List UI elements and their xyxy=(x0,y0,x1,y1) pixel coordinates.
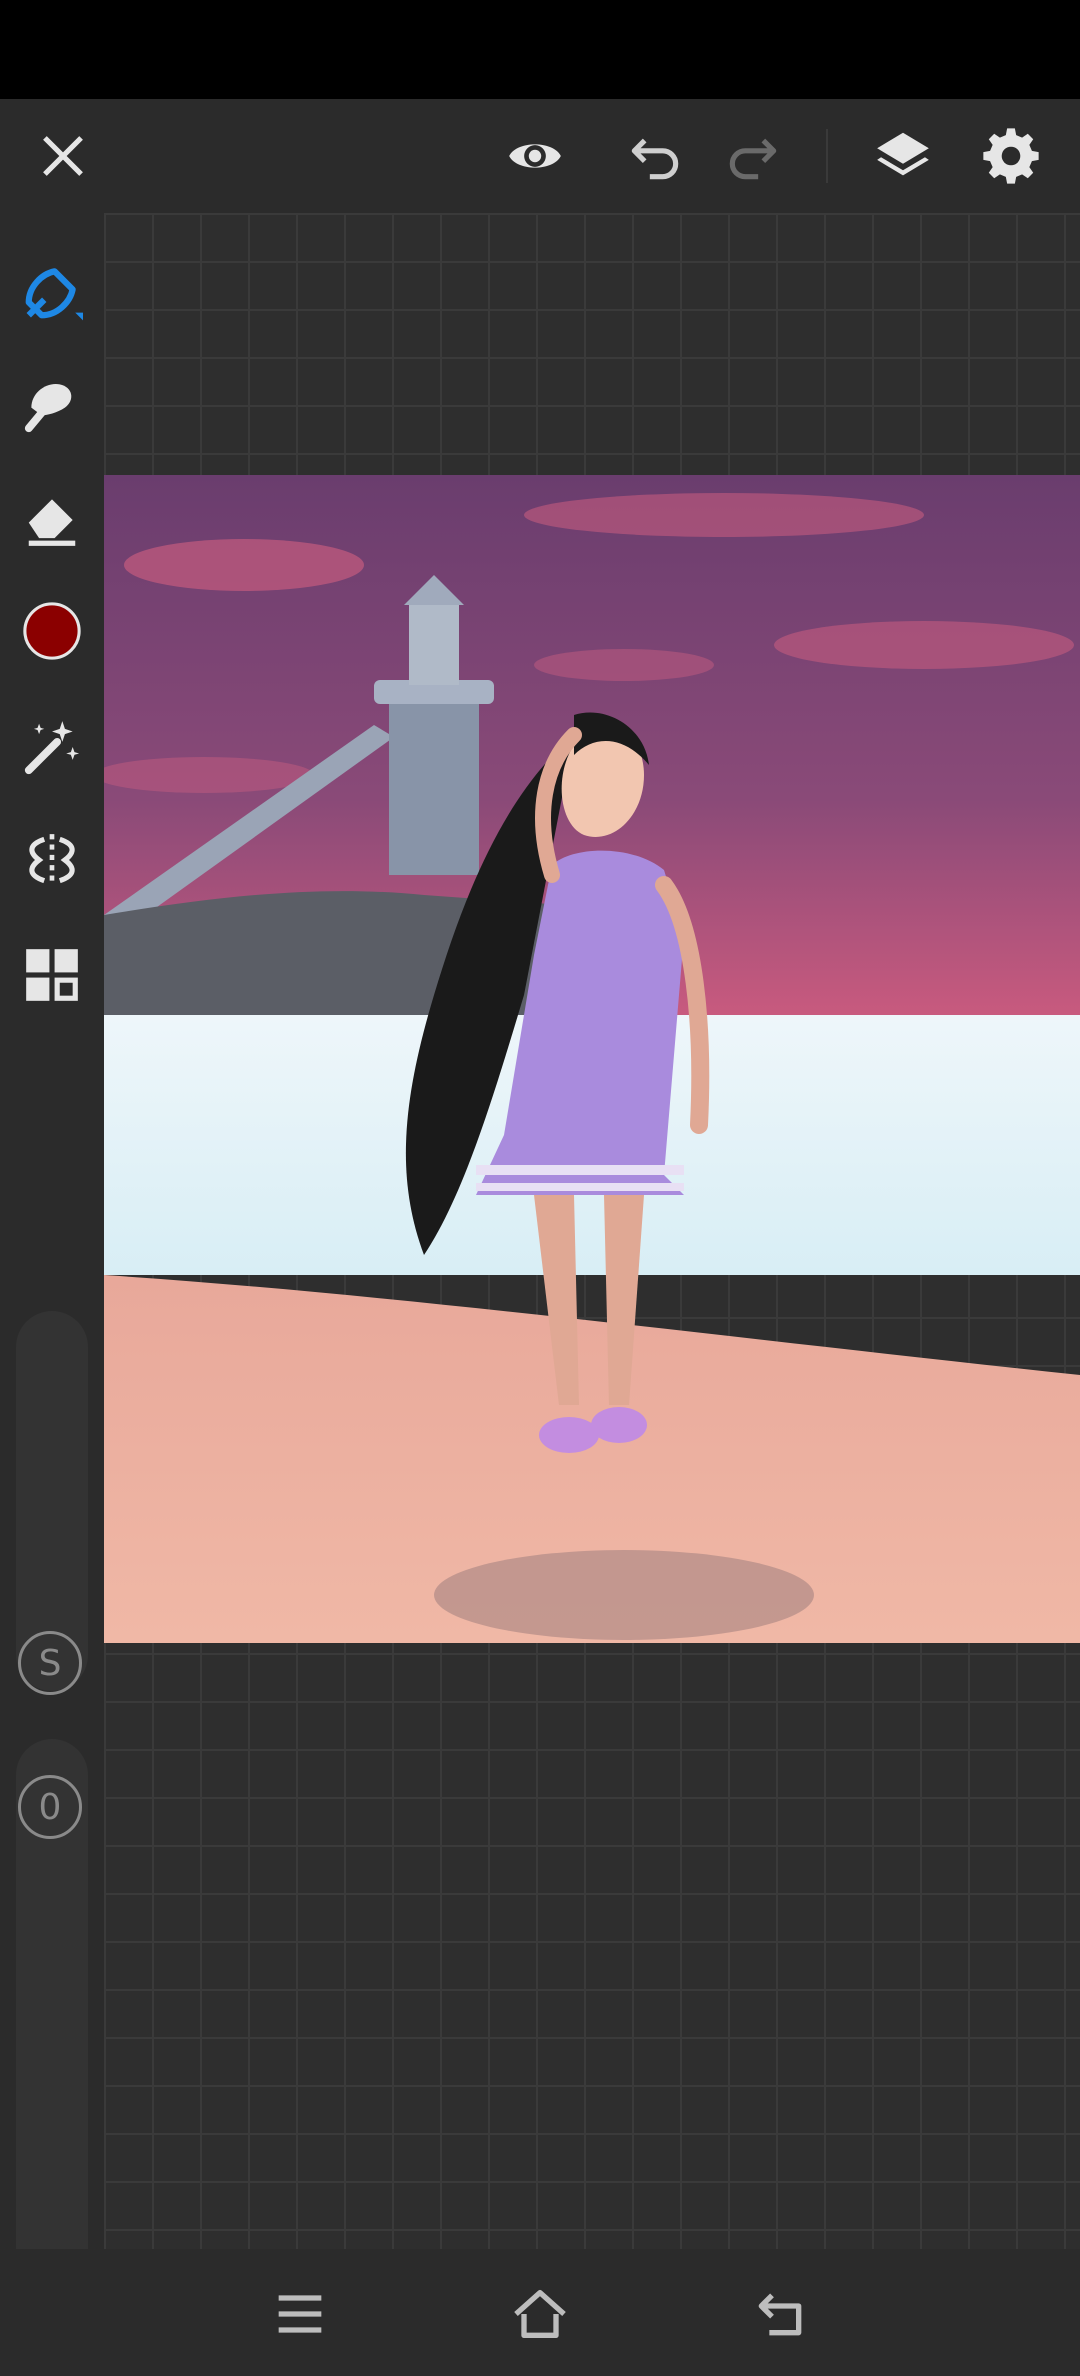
eye-icon xyxy=(509,144,561,168)
tool-sidebar: S 0 xyxy=(0,213,104,2319)
gear-icon xyxy=(983,128,1039,184)
preview-button[interactable] xyxy=(490,99,580,213)
redo-icon xyxy=(729,138,777,180)
layout-tool[interactable] xyxy=(10,933,94,1017)
toolbar-divider xyxy=(826,129,828,183)
close-button[interactable] xyxy=(18,99,108,213)
settings-button[interactable] xyxy=(966,99,1056,213)
canvas-area[interactable] xyxy=(104,213,1080,2249)
system-navigation-bar xyxy=(0,2249,1080,2376)
artwork-image[interactable] xyxy=(104,475,1080,1643)
pen-icon xyxy=(25,268,83,321)
magic-wand-icon xyxy=(24,721,80,775)
close-icon xyxy=(43,136,83,176)
top-toolbar xyxy=(0,99,1080,213)
pen-tool[interactable] xyxy=(10,250,94,334)
symmetry-tool[interactable] xyxy=(10,818,94,902)
magic-tool[interactable] xyxy=(10,705,94,789)
home-button[interactable] xyxy=(485,2269,595,2359)
menu-button[interactable] xyxy=(245,2269,355,2359)
home-icon xyxy=(514,2290,566,2338)
smudge-tool[interactable] xyxy=(10,363,94,447)
undo-icon xyxy=(631,138,679,180)
brush-opacity-slider[interactable]: 0 xyxy=(16,1739,88,2319)
redo-button[interactable] xyxy=(708,99,798,213)
undo-button[interactable] xyxy=(610,99,700,213)
color-picker-button[interactable] xyxy=(10,589,94,673)
opacity-slider-badge: 0 xyxy=(18,1775,82,1839)
back-button[interactable] xyxy=(725,2269,835,2359)
eraser-icon xyxy=(28,499,76,546)
back-icon xyxy=(758,2293,802,2336)
status-bar xyxy=(0,0,1080,99)
smudge-icon xyxy=(24,383,72,433)
artwork-illustration xyxy=(104,475,1080,1643)
layers-button[interactable] xyxy=(858,99,948,213)
menu-icon xyxy=(278,2295,322,2333)
size-slider-badge: S xyxy=(18,1631,82,1695)
brush-size-slider[interactable]: S xyxy=(16,1311,88,1695)
layers-icon xyxy=(877,132,929,176)
eraser-tool[interactable] xyxy=(10,478,94,562)
color-swatch xyxy=(23,602,81,660)
grid-icon xyxy=(26,949,78,1001)
symmetry-icon xyxy=(29,834,75,886)
